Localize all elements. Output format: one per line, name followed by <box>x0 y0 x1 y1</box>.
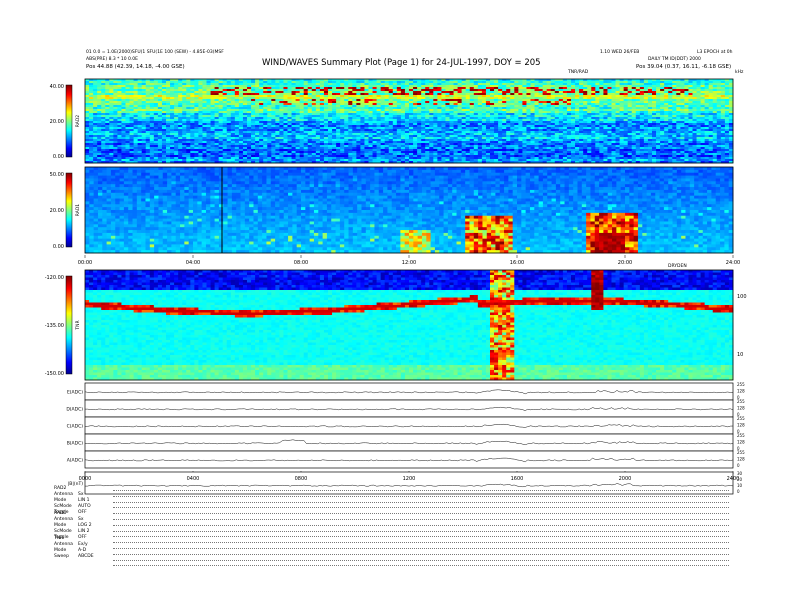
summary-plot-canvas: 40.0020.000.0050.0020.000.00-120.00-135.… <box>0 0 792 612</box>
